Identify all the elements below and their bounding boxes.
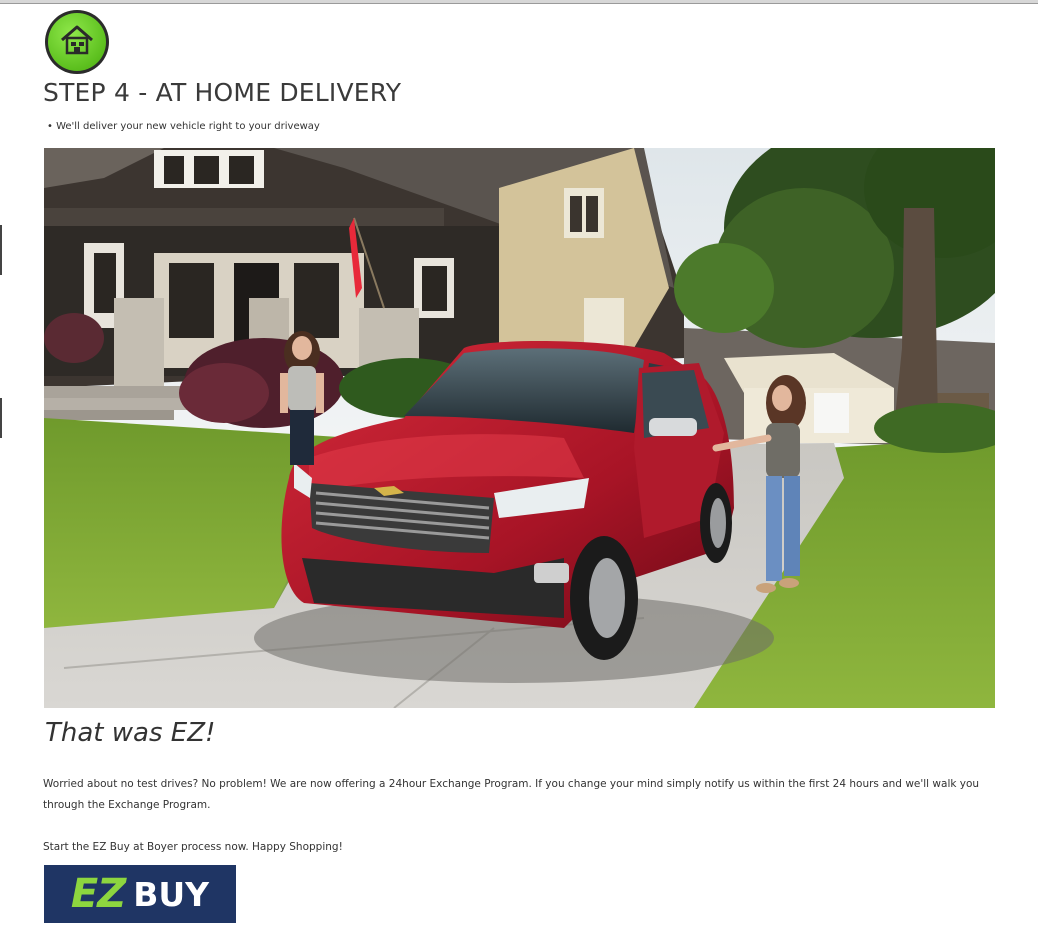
ez-buy-logo-link[interactable]: EZ BUY <box>44 865 236 923</box>
call-to-action-text: Start the EZ Buy at Boyer process now. H… <box>43 841 343 853</box>
top-border <box>0 0 1038 4</box>
house-icon <box>61 25 93 55</box>
step-title: STEP 4 - AT HOME DELIVERY <box>43 78 402 107</box>
step-description: • We'll deliver your new vehicle right t… <box>47 121 320 132</box>
subheading: That was EZ! <box>45 718 216 748</box>
buy-logo-text: BUY <box>133 874 210 914</box>
ez-logo-text: EZ <box>70 871 126 917</box>
delivery-photo <box>44 148 995 708</box>
step-icon <box>45 10 109 74</box>
left-edge-mark <box>0 398 2 438</box>
exchange-program-text: Worried about no test drives? No problem… <box>43 778 980 811</box>
left-edge-mark <box>0 225 2 275</box>
